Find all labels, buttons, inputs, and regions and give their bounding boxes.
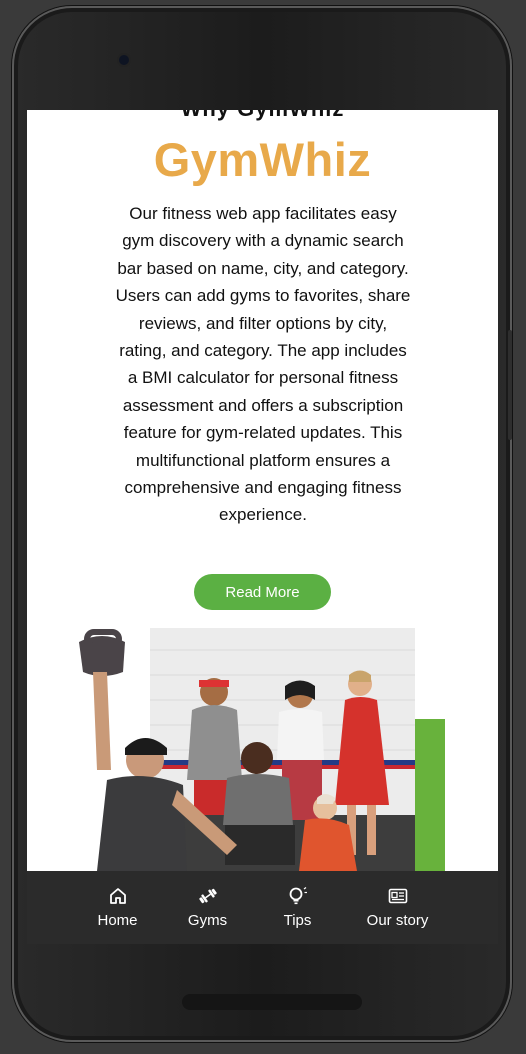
green-accent-bar	[415, 719, 445, 871]
home-icon	[109, 888, 126, 904]
nav-item-label: Our story	[366, 912, 429, 929]
front-camera	[119, 55, 129, 65]
nav-item-home[interactable]: Home	[73, 871, 163, 944]
hero-image	[79, 628, 445, 871]
bottom-speaker	[182, 994, 362, 1010]
brand-title: GymWhiz	[153, 133, 372, 186]
dumbbell-icon	[198, 888, 217, 904]
nav-item-label: Gyms	[187, 912, 228, 929]
nav-item-our-story[interactable]: Our story	[343, 871, 453, 944]
nav-item-label: Home	[97, 912, 138, 929]
lightbulb-icon	[289, 887, 307, 905]
read-more-button[interactable]: Read More	[194, 574, 331, 610]
app-description: Our fitness web app facilitates easy gym…	[115, 204, 411, 525]
bottom-nav: Home Gyms Tips Our story	[27, 871, 498, 944]
nav-item-label: Tips	[283, 912, 312, 929]
side-button	[508, 330, 512, 440]
screen: Why GymWhiz GymWhiz Our fitness web app …	[27, 110, 498, 944]
section-heading-cut: Why GymWhiz	[27, 110, 498, 122]
newspaper-icon	[388, 888, 407, 904]
nav-item-gyms[interactable]: Gyms	[163, 871, 253, 944]
nav-item-tips[interactable]: Tips	[253, 871, 343, 944]
